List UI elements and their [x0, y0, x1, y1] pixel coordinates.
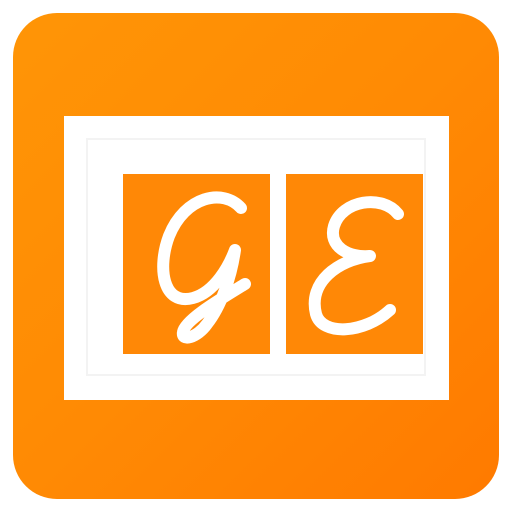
script-g-icon: G	[157, 191, 251, 344]
app-icon-tile[interactable]: G E	[13, 13, 499, 499]
script-e-icon: E	[308, 196, 404, 336]
letter-box-g: G	[123, 174, 270, 354]
g-stroke	[157, 191, 251, 344]
letter-box-e: E	[286, 174, 423, 354]
photo-frame: G E	[64, 116, 449, 400]
e-stroke	[308, 196, 404, 336]
